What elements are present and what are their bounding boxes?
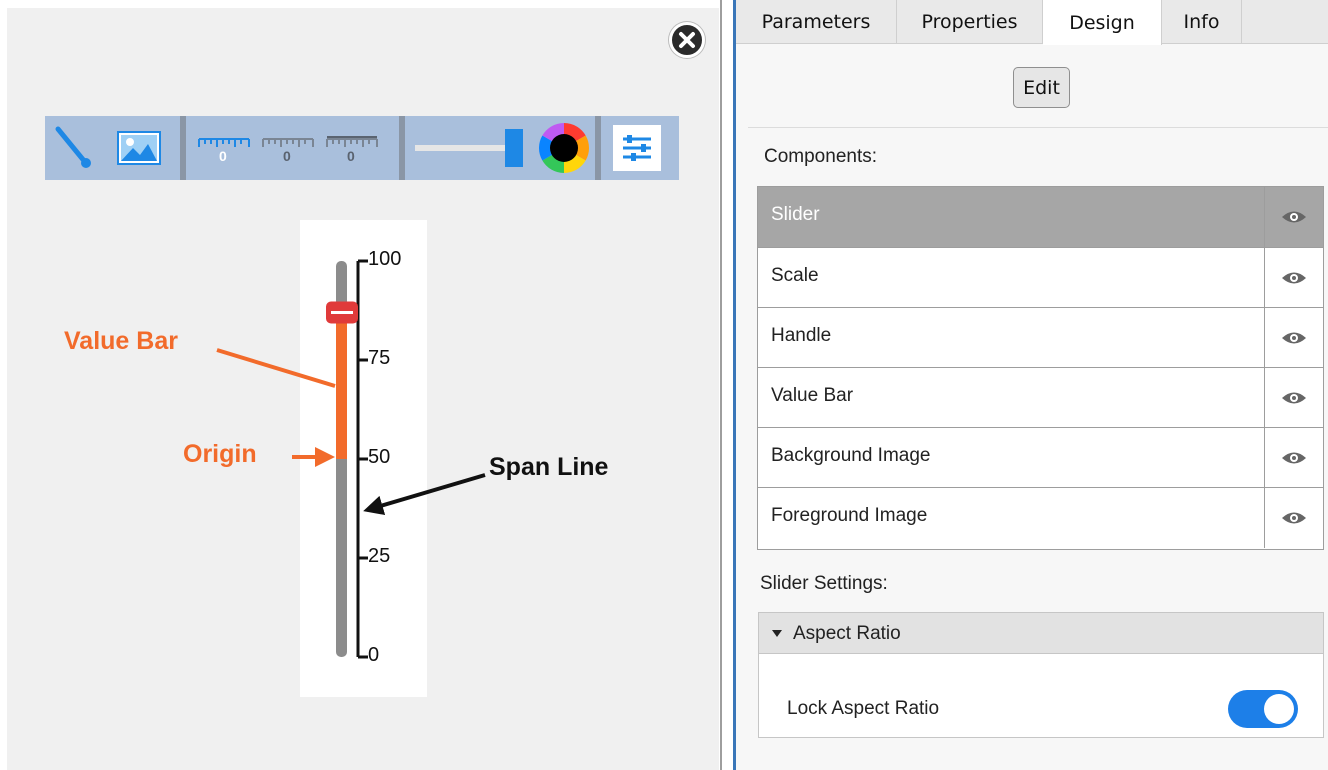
component-row-scale[interactable]: Scale	[758, 247, 1323, 308]
toolbar-separator	[180, 116, 186, 180]
eye-icon	[1282, 272, 1306, 284]
tab-info[interactable]: Info	[1162, 0, 1242, 44]
ruler-digit: 0	[219, 148, 227, 164]
property-inspector: Parameters Properties Design Info Edit C…	[736, 0, 1328, 770]
design-canvas: 0 0 0 100 75 50 25 0 Value Bar Origin Sp…	[7, 8, 719, 770]
settings-tool-button[interactable]	[613, 124, 661, 172]
origin-annotation: Origin	[183, 440, 257, 468]
block-editor-window: 0 0 0 100 75 50 25 0 Value Bar Origin Sp…	[0, 0, 1328, 770]
eye-icon	[1282, 332, 1306, 344]
ruler-digit: 0	[347, 148, 355, 164]
slider-settings-label: Slider Settings:	[760, 573, 888, 594]
visibility-toggle[interactable]	[1264, 248, 1323, 308]
scale-tick-label: 75	[368, 347, 391, 369]
aspect-ratio-title: Aspect Ratio	[793, 623, 901, 644]
needle-tool-button[interactable]	[51, 124, 95, 172]
visibility-toggle[interactable]	[1264, 488, 1323, 548]
handle-tool-button[interactable]	[413, 124, 527, 172]
component-row-value-bar[interactable]: Value Bar	[758, 367, 1323, 428]
toolbar-separator	[399, 116, 405, 180]
eye-icon	[1282, 452, 1306, 464]
scale-tick-label: 100	[368, 248, 402, 270]
scale-tool-button[interactable]: 0	[195, 124, 253, 172]
eye-icon	[1282, 211, 1306, 223]
component-name: Slider	[771, 204, 820, 225]
scale-tick-label: 0	[368, 644, 380, 666]
value-bar-annotation: Value Bar	[64, 327, 178, 355]
color-wheel-icon	[539, 123, 589, 173]
lock-aspect-ratio-toggle[interactable]	[1228, 690, 1298, 728]
components-table: Slider Scale Handle Value Bar Background…	[757, 186, 1324, 550]
close-icon	[679, 32, 695, 48]
slider-graphic	[326, 259, 368, 659]
visibility-toggle[interactable]	[1264, 308, 1323, 368]
visibility-toggle[interactable]	[1264, 428, 1323, 488]
eye-icon	[1282, 512, 1306, 524]
divider	[748, 127, 1328, 128]
image-icon	[117, 131, 161, 165]
aspect-ratio-section: Aspect Ratio Lock Aspect Ratio	[758, 612, 1324, 738]
scale-labels-tool-button[interactable]: 0	[323, 124, 381, 172]
inspector-tabs: Parameters Properties Design Info	[736, 0, 1328, 45]
needle-icon	[55, 126, 91, 168]
settings-sliders-icon	[613, 125, 661, 171]
slider-bar-icon	[415, 129, 523, 167]
component-name: Background Image	[771, 445, 931, 466]
value-bar	[336, 312, 347, 459]
edit-button[interactable]: Edit	[1013, 67, 1070, 108]
tab-design[interactable]: Design	[1043, 0, 1162, 45]
lock-aspect-ratio-label: Lock Aspect Ratio	[787, 698, 940, 719]
component-row-foreground-image[interactable]: Foreground Image	[758, 487, 1323, 548]
span-line-annotation: Span Line	[489, 453, 609, 481]
visibility-toggle[interactable]	[1264, 368, 1323, 428]
close-button[interactable]	[669, 22, 705, 58]
component-row-background-image[interactable]: Background Image	[758, 427, 1323, 488]
scale-tick-label: 25	[368, 545, 391, 567]
component-name: Foreground Image	[771, 505, 928, 526]
tab-properties[interactable]: Properties	[897, 0, 1043, 44]
component-row-handle[interactable]: Handle	[758, 307, 1323, 368]
ruler-digit: 0	[283, 148, 291, 164]
scale-ruler-icon: 0	[326, 136, 378, 164]
scale-ticks-tool-button[interactable]: 0	[259, 124, 317, 172]
color-tool-button[interactable]	[537, 123, 591, 173]
component-row-slider[interactable]: Slider	[758, 187, 1323, 247]
component-name: Scale	[771, 265, 819, 286]
caret-down-icon	[772, 630, 782, 637]
background-image-tool-button[interactable]	[115, 124, 163, 172]
component-name: Handle	[771, 325, 832, 346]
toolbar-separator	[595, 116, 601, 180]
scale-ruler-icon: 0	[262, 138, 314, 164]
scale-ruler-icon: 0	[198, 138, 250, 164]
component-name: Value Bar	[771, 385, 854, 406]
tab-parameters[interactable]: Parameters	[736, 0, 897, 44]
scale-tick-label: 50	[368, 446, 391, 468]
eye-icon	[1282, 392, 1306, 404]
components-label: Components:	[764, 146, 878, 167]
visibility-toggle[interactable]	[1264, 187, 1323, 247]
slider-preview: 100 75 50 25 0	[300, 220, 427, 697]
toggle-knob	[1264, 694, 1294, 724]
design-toolbar: 0 0 0	[45, 116, 679, 180]
aspect-ratio-header[interactable]: Aspect Ratio	[759, 613, 1323, 654]
splitter-line[interactable]	[720, 0, 722, 770]
